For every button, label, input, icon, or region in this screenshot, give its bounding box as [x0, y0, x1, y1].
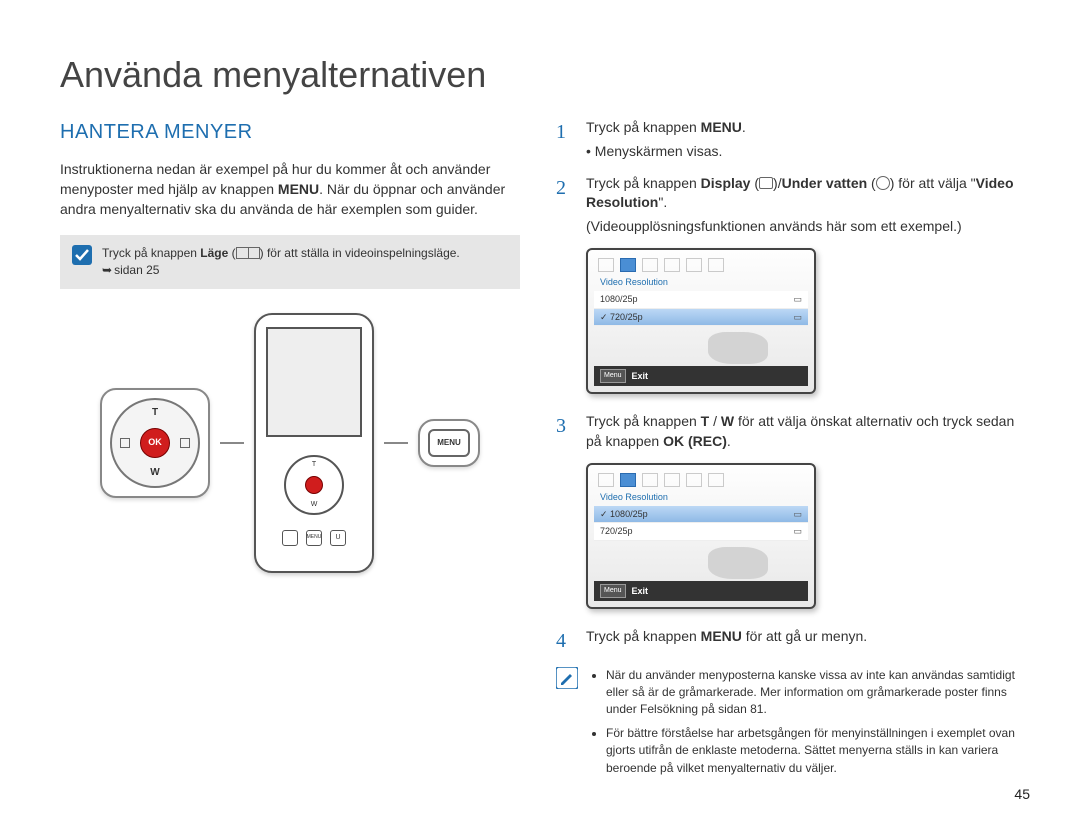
underwater-icon: [876, 176, 890, 190]
intro-paragraph: Instruktionerna nedan är exempel på hur …: [60, 160, 520, 219]
camera-btn-menu: MENU: [306, 530, 322, 546]
mode-icon: [236, 247, 260, 259]
page-ref: sidan 25: [102, 263, 159, 277]
lcd-footer: MenuExit: [594, 581, 808, 601]
camera-buttons: MENU U: [282, 530, 346, 546]
left-icon: [120, 438, 130, 448]
lcd-preview: [594, 541, 808, 581]
mode-note-text: Tryck på knappen Läge () för att ställa …: [102, 245, 460, 279]
connector-line: [220, 442, 244, 444]
right-icon: [180, 438, 190, 448]
step-3: 3 Tryck på knappen T / W för att välja ö…: [556, 412, 1020, 451]
step-2-note: (Videoupplösningsfunktionen används här …: [586, 217, 1020, 237]
step-number: 3: [556, 412, 574, 451]
mode-note-box: Tryck på knappen Läge () för att ställa …: [60, 235, 520, 289]
camera-btn-u: U: [330, 530, 346, 546]
t-label: T: [152, 406, 158, 420]
menu-callout: MENU: [418, 419, 480, 467]
lcd-tab-active: [620, 258, 636, 272]
left-column: HANTERA MENYER Instruktionerna nedan är …: [60, 118, 520, 783]
lcd-row-1-selected: ✓ 720/25p▭: [594, 309, 808, 327]
camera-dpad: T W: [284, 455, 344, 515]
lcd-row-0-selected: ✓ 1080/25p▭: [594, 506, 808, 524]
hd-icon: ▭: [793, 508, 802, 521]
lcd-row-0: 1080/25p▭: [594, 291, 808, 309]
camera-t: T: [312, 460, 316, 470]
lcd-title: Video Resolution: [594, 276, 808, 289]
step-2: 2 Tryck på knappen Display ()/Under vatt…: [556, 174, 1020, 237]
menu-button-illustration: MENU: [428, 429, 470, 457]
lcd-screenshot-1: Video Resolution 1080/25p▭ ✓ 720/25p▭ Me…: [586, 248, 816, 394]
page-title: Använda menyalternativen: [60, 50, 1020, 100]
camera-w: W: [311, 500, 318, 510]
lcd-footer: MenuExit: [594, 366, 808, 386]
hd-icon: ▭: [793, 525, 802, 538]
hd-icon: ▭: [793, 311, 802, 324]
connector-line-2: [384, 442, 408, 444]
right-column: 1 Tryck på knappen MENU. Menyskärmen vis…: [556, 118, 1020, 783]
final-note-2: För bättre förståelse har arbetsgången f…: [606, 725, 1020, 777]
page-number: 45: [1014, 785, 1030, 805]
camera-screen: [266, 327, 362, 437]
ok-button-illustration: OK: [140, 428, 170, 458]
step-1-bullet: Menyskärmen visas.: [586, 142, 1020, 162]
section-heading: HANTERA MENYER: [60, 118, 520, 146]
step-1: 1 Tryck på knappen MENU. Menyskärmen vis…: [556, 118, 1020, 161]
final-notes: När du använder menyposterna kanske viss…: [556, 667, 1020, 783]
lcd-tabs: [594, 256, 808, 276]
step-number: 2: [556, 174, 574, 237]
w-label: W: [150, 466, 159, 480]
camera-ok: [305, 476, 323, 494]
lcd-row-1: 720/25p▭: [594, 523, 808, 541]
dpad-callout: OK T W: [100, 388, 210, 498]
lcd-tabs: [594, 471, 808, 491]
check-icon: [72, 245, 92, 265]
camera-btn-1: [282, 530, 298, 546]
final-note-1: När du använder menyposterna kanske viss…: [606, 667, 1020, 719]
lcd-screenshot-2: Video Resolution ✓ 1080/25p▭ 720/25p▭ Me…: [586, 463, 816, 609]
pencil-icon: [556, 667, 578, 689]
hd-icon: ▭: [793, 293, 802, 306]
display-icon: [759, 177, 773, 189]
step-4: 4 Tryck på knappen MENU för att gå ur me…: [556, 627, 1020, 655]
lcd-title: Video Resolution: [594, 491, 808, 504]
device-illustration: OK T W T W MENU U: [60, 313, 520, 573]
lcd-tab-active: [620, 473, 636, 487]
step-number: 4: [556, 627, 574, 655]
step-number: 1: [556, 118, 574, 161]
camera-body: T W MENU U: [254, 313, 374, 573]
lcd-preview: [594, 326, 808, 366]
